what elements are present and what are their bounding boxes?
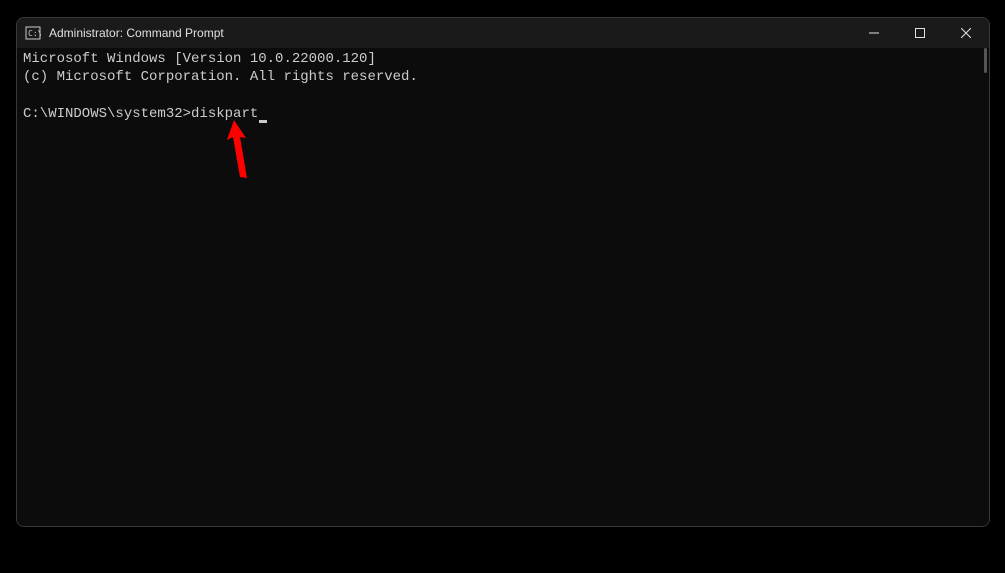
window-title: Administrator: Command Prompt <box>49 26 851 40</box>
minimize-button[interactable] <box>851 18 897 48</box>
version-line: Microsoft Windows [Version 10.0.22000.12… <box>23 51 376 67</box>
titlebar[interactable]: C:\ Administrator: Command Prompt <box>17 18 989 48</box>
text-cursor <box>259 120 267 123</box>
window-controls <box>851 18 989 48</box>
close-button[interactable] <box>943 18 989 48</box>
cmd-icon: C:\ <box>25 25 41 41</box>
scrollbar-thumb[interactable] <box>984 48 987 73</box>
svg-text:C:\: C:\ <box>28 29 41 38</box>
copyright-line: (c) Microsoft Corporation. All rights re… <box>23 69 418 85</box>
terminal-output[interactable]: Microsoft Windows [Version 10.0.22000.12… <box>17 48 989 526</box>
prompt-path: C:\WINDOWS\system32> <box>23 106 191 122</box>
typed-command: diskpart <box>191 106 258 122</box>
maximize-button[interactable] <box>897 18 943 48</box>
command-prompt-window: C:\ Administrator: Command Prompt <box>16 17 990 527</box>
